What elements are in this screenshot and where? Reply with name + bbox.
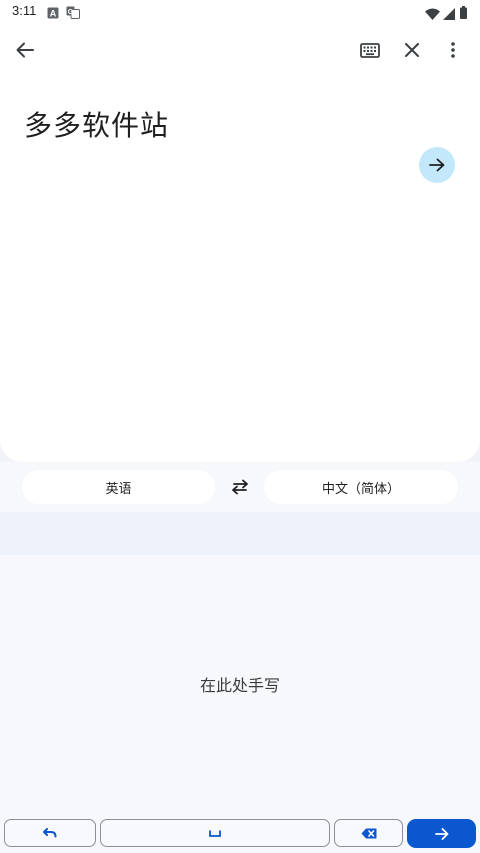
undo-button[interactable] [4, 819, 96, 847]
status-time: 3:11 [12, 3, 37, 18]
wifi-icon [425, 5, 440, 20]
target-language-button[interactable]: 中文（简体） [264, 470, 458, 504]
translate-go-button[interactable] [419, 147, 455, 183]
arrow-forward-icon [429, 158, 445, 172]
backspace-icon [361, 828, 377, 839]
space-button[interactable] [100, 819, 330, 847]
keyboard-a-icon: A [47, 4, 61, 19]
translate-icon: G [66, 4, 80, 19]
close-icon[interactable] [392, 30, 432, 70]
space-icon [209, 830, 221, 837]
battery-icon [460, 4, 474, 19]
source-language-label: 英语 [105, 481, 132, 497]
handwriting-hint: 在此处手写 [199, 676, 280, 695]
signal-icon [443, 5, 457, 20]
swap-icon [230, 479, 250, 495]
undo-icon [43, 828, 57, 838]
svg-text:G: G [68, 9, 74, 16]
arrow-back-icon[interactable] [5, 30, 45, 70]
keyboard-icon[interactable] [350, 30, 390, 70]
more-vert-icon[interactable] [433, 30, 473, 70]
input-card: 多多软件站 [0, 24, 480, 462]
handwriting-canvas[interactable]: 在此处手写 [0, 555, 480, 813]
enter-button[interactable] [407, 819, 476, 848]
swap-languages-button[interactable] [226, 473, 254, 501]
svg-text:A: A [50, 9, 57, 19]
status-bar: 3:11 A G [0, 0, 480, 24]
arrow-forward-icon [434, 827, 449, 840]
target-language-label: 中文（简体） [321, 481, 400, 497]
source-text[interactable]: 多多软件站 [24, 104, 169, 144]
language-bar: 英语 中文（简体） [0, 462, 480, 512]
suggestion-strip [0, 512, 480, 555]
backspace-button[interactable] [334, 819, 403, 847]
source-language-button[interactable]: 英语 [22, 470, 215, 504]
handwriting-keybar [0, 813, 480, 853]
